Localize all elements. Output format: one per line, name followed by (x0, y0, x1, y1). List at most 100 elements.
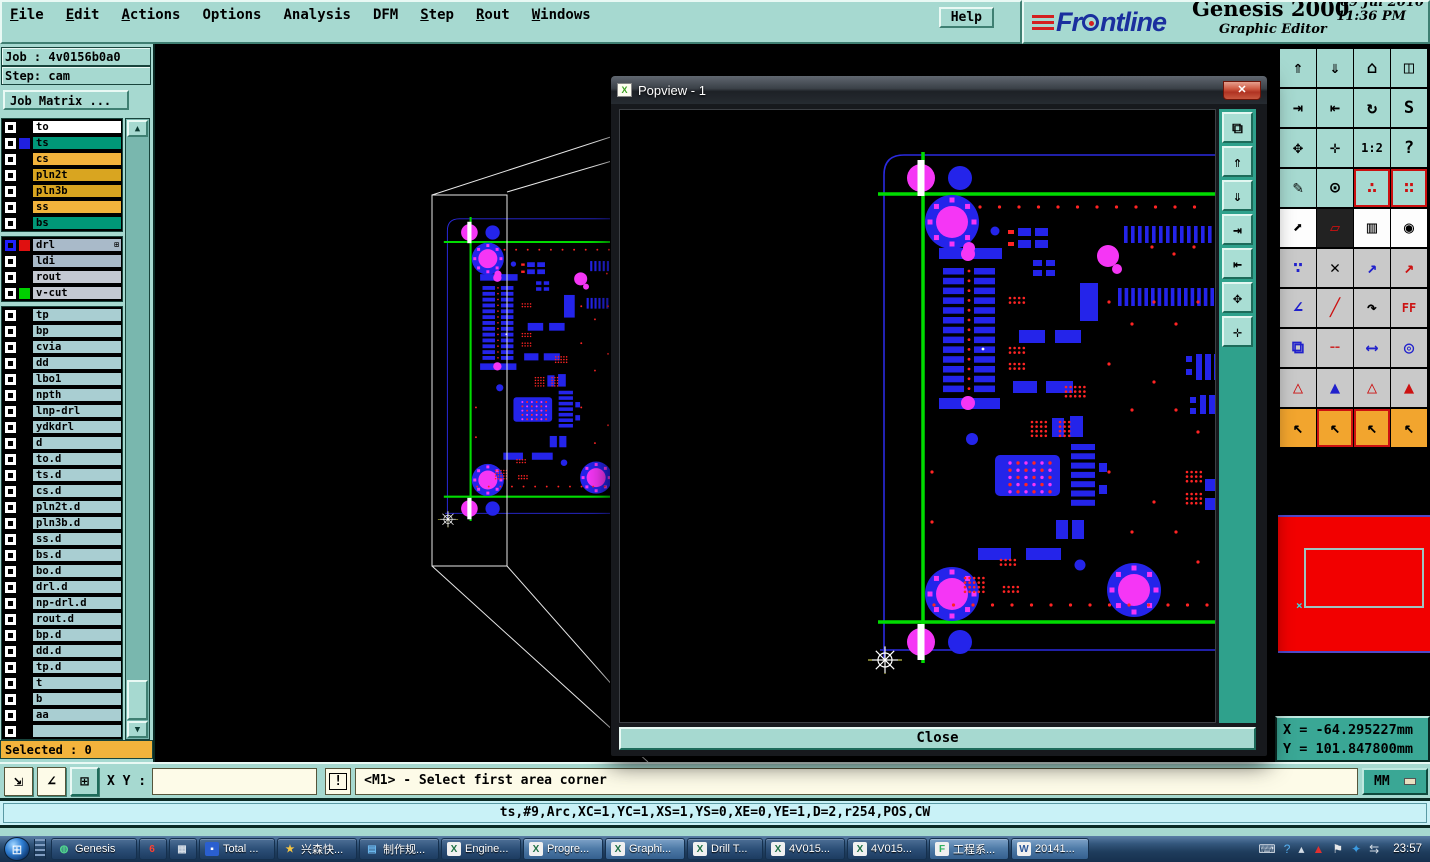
layer-row-ss[interactable]: ss (2, 199, 122, 215)
layer-row-dd.d[interactable]: dd.d (2, 643, 122, 659)
layer-label[interactable]: cvia (32, 340, 122, 354)
layer-checkbox[interactable] (5, 437, 16, 449)
select-single-button[interactable]: ↖ (1280, 409, 1316, 447)
zoom-in-window-button[interactable]: ⇥ (1280, 89, 1316, 127)
menu-options[interactable]: Options (202, 7, 261, 23)
triangle-arrow-3-button[interactable]: △ (1354, 369, 1390, 407)
menu-dfm[interactable]: DFM (373, 7, 398, 23)
layer-row-tp[interactable]: tp (2, 307, 122, 323)
layer-checkbox[interactable] (5, 453, 16, 465)
layer-label[interactable]: ss (32, 200, 122, 214)
quicklaunch-grip[interactable] (34, 839, 46, 859)
menu-windows[interactable]: Windows (532, 7, 591, 23)
layer-label[interactable]: np-drl.d (32, 596, 122, 610)
layer-label[interactable]: ldi (32, 254, 122, 268)
overview-viewport-rect[interactable] (1304, 548, 1424, 608)
layer-row-b[interactable]: b (2, 691, 122, 707)
amd-icon[interactable]: ▲ (1312, 838, 1324, 860)
layer-row-bp[interactable]: bp (2, 323, 122, 339)
layer-label[interactable]: v-cut (32, 286, 122, 300)
layer-label[interactable]: bp (32, 324, 122, 338)
layer-label[interactable]: bp.d (32, 628, 122, 642)
layer-row-cvia[interactable]: cvia (2, 339, 122, 355)
layer-checkbox[interactable] (5, 169, 16, 181)
layer-checkbox[interactable] (5, 121, 16, 133)
layer-checkbox[interactable] (5, 421, 16, 433)
stretch-feature-button[interactable]: ↗ (1354, 249, 1390, 287)
layer-row-lnp-drl[interactable]: lnp-drl (2, 403, 122, 419)
job-matrix-button[interactable]: Job Matrix ... (3, 90, 129, 110)
layer-checkbox[interactable] (5, 271, 16, 283)
layer-checkbox[interactable] (5, 185, 16, 197)
line-draw-button[interactable]: ╱ (1317, 289, 1353, 327)
layer-label[interactable]: pln2t (32, 168, 122, 182)
next-view-button[interactable]: ⇓ (1317, 49, 1353, 87)
popview-canvas[interactable] (619, 109, 1222, 723)
layer-row-cs[interactable]: cs (2, 151, 122, 167)
layer-row-rout[interactable]: rout (2, 269, 122, 285)
popview-close-icon[interactable]: ✕ (1223, 80, 1261, 100)
layer-checkbox[interactable] (5, 565, 16, 577)
grid-toggle-button[interactable]: ⊞ (70, 766, 99, 796)
layer-checkbox[interactable] (5, 239, 16, 251)
copy-pad-button[interactable]: ⧉ (1280, 329, 1316, 367)
menu-help[interactable]: Help (938, 7, 994, 28)
layer-label[interactable]: dd (32, 356, 122, 370)
layer-row-cs.d[interactable]: cs.d (2, 483, 122, 499)
layer-row-bo.d[interactable]: bo.d (2, 563, 122, 579)
popview-titlebar[interactable]: X Popview - 1 ✕ (611, 76, 1267, 104)
layer-row-tp.d[interactable]: tp.d (2, 659, 122, 675)
layer-row-v-cut[interactable]: v-cut (2, 285, 122, 301)
layer-checkbox[interactable] (5, 517, 16, 529)
taskbar-item-engine[interactable]: X Engine... (441, 838, 521, 860)
layer-label[interactable]: npth (32, 388, 122, 402)
pop-shrink-button[interactable]: ⇥ (1222, 214, 1253, 245)
layer-checkbox[interactable] (5, 153, 16, 165)
layer-label[interactable]: d (32, 436, 122, 450)
layer-label[interactable]: ts (32, 136, 122, 150)
mirror-button[interactable]: FF (1391, 289, 1427, 327)
layer-label[interactable]: pln2t.d (32, 500, 122, 514)
layer-label[interactable] (32, 724, 122, 738)
layer-row-np-drl.d[interactable]: np-drl.d (2, 595, 122, 611)
layer-checkbox[interactable] (5, 533, 16, 545)
zoom-1-2-button[interactable]: 1:2 (1354, 129, 1390, 167)
connect-dots-button[interactable]: ∵ (1280, 249, 1316, 287)
surface-create-button[interactable]: ◎ (1391, 329, 1427, 367)
origin-snap-button[interactable]: ⊙ (1317, 169, 1353, 207)
ruler-button[interactable]: ▥ (1354, 209, 1390, 247)
taskbar-item-calculator-icon[interactable]: ▦ (169, 838, 197, 860)
pop-expand-button[interactable]: ⇤ (1222, 248, 1253, 279)
menu-rout[interactable]: Rout (476, 7, 510, 23)
layer-checkbox[interactable] (5, 597, 16, 609)
layer-label[interactable]: tp.d (32, 660, 122, 674)
layer-label[interactable]: cs.d (32, 484, 122, 498)
layer-label[interactable]: ss.d (32, 532, 122, 546)
layer-checkbox[interactable] (5, 645, 16, 657)
snap-angle-button[interactable]: ∠ (37, 766, 66, 796)
break-line-button[interactable]: ╌ (1317, 329, 1353, 367)
pop-zoom-out-button[interactable]: ⇓ (1222, 180, 1253, 211)
menu-edit[interactable]: Edit (66, 7, 100, 23)
select-poly-button[interactable]: ↖ (1354, 409, 1390, 447)
layer-row-rout.d[interactable]: rout.d (2, 611, 122, 627)
layer-row-t[interactable]: t (2, 675, 122, 691)
layer-checkbox[interactable] (5, 485, 16, 497)
layer-checkbox[interactable] (5, 405, 16, 417)
layer-checkbox[interactable] (5, 201, 16, 213)
polygon-edit-button[interactable]: ▱ (1317, 209, 1353, 247)
layer-checkbox[interactable] (5, 469, 16, 481)
triangle-arrow-1-button[interactable]: △ (1280, 369, 1316, 407)
scroll-down-icon[interactable]: ▼ (127, 721, 148, 738)
setup-tools-button[interactable]: ✎ (1280, 169, 1316, 207)
layer-row-lbo1[interactable]: lbo1 (2, 371, 122, 387)
taskbar-item-total[interactable]: ▪ Total ... (199, 838, 275, 860)
serpentine-button[interactable]: S (1391, 89, 1427, 127)
delete-feature-button[interactable]: ✕ (1317, 249, 1353, 287)
layer-row-aa[interactable]: aa (2, 707, 122, 723)
select-net-button[interactable]: ↖ (1391, 409, 1427, 447)
layer-row-to[interactable]: to (2, 119, 122, 135)
layer-checkbox[interactable] (5, 287, 16, 299)
pad-select-button[interactable]: ◉ (1391, 209, 1427, 247)
layer-checkbox[interactable] (5, 389, 16, 401)
